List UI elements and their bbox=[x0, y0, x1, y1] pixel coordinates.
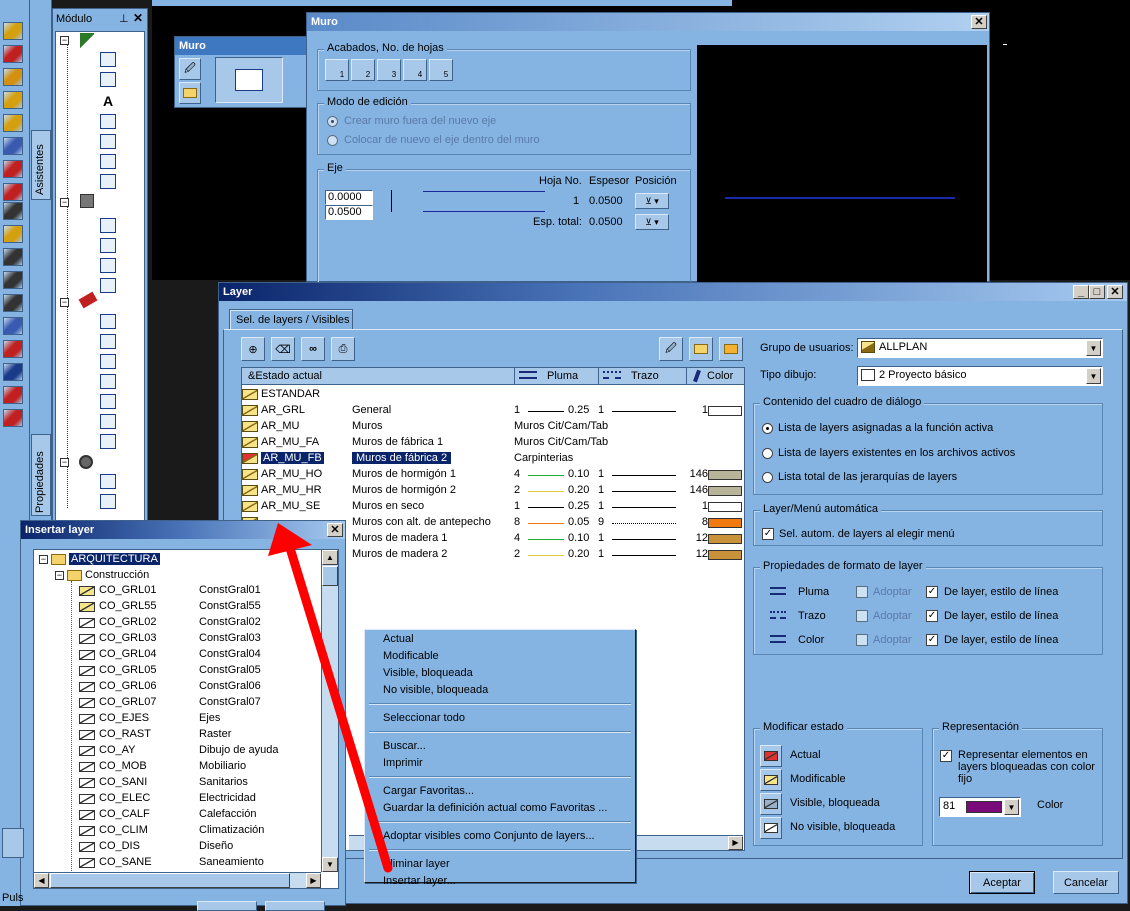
annotation-arrow-shaft bbox=[285, 543, 393, 873]
annotation-arrow bbox=[268, 523, 393, 873]
